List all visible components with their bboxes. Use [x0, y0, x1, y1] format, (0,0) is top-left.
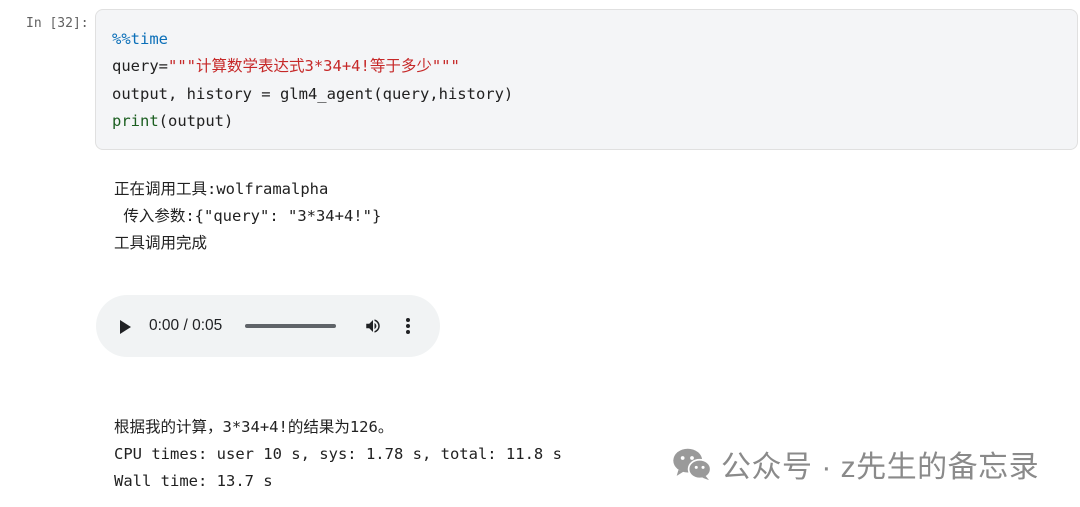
- tool-call-line-2: 传入参数:{"query": "3*34+4!"}: [114, 207, 382, 225]
- agent-call: output, history = glm4_agent(query,histo…: [112, 85, 514, 103]
- code-line-2: query="""计算数学表达式3*34+4!等于多少""": [112, 56, 460, 76]
- tool-call-line-1: 正在调用工具:wolframalpha: [114, 180, 329, 198]
- watermark: 公众号 · z先生的备忘录: [671, 444, 1039, 484]
- code-line-3: output, history = glm4_agent(query,histo…: [112, 84, 513, 104]
- query-string: """计算数学表达式3*34+4!等于多少""": [168, 57, 460, 75]
- volume-icon[interactable]: [364, 317, 382, 335]
- code-line-4: print(output): [112, 111, 233, 131]
- more-vert-icon[interactable]: [405, 316, 411, 336]
- tool-call-line-3: 工具调用完成: [114, 234, 208, 252]
- watermark-text: 公众号 · z先生的备忘录: [721, 451, 1040, 484]
- wechat-icon: [673, 448, 712, 481]
- code-line-1: %%time: [112, 29, 168, 49]
- result-line-2: CPU times: user 10 s, sys: 1.78 s, total…: [114, 445, 562, 463]
- print-keyword: print: [112, 112, 159, 130]
- magic-command: %%time: [112, 30, 168, 48]
- query-assignment: query=: [112, 57, 168, 75]
- code-cell[interactable]: %%time query="""计算数学表达式3*34+4!等于多少""" ou…: [95, 9, 1078, 150]
- audio-time-display: 0:00 / 0:05: [149, 317, 223, 334]
- result-line-1: 根据我的计算，3*34+4!的结果为126。: [114, 418, 394, 436]
- audio-player: 0:00 / 0:05: [96, 295, 440, 357]
- result-line-3: Wall time: 13.7 s: [114, 472, 273, 490]
- print-args: (output): [158, 112, 234, 130]
- audio-progress-bar[interactable]: [245, 324, 336, 328]
- input-prompt: In [32]:: [26, 16, 89, 31]
- play-icon[interactable]: [120, 320, 131, 334]
